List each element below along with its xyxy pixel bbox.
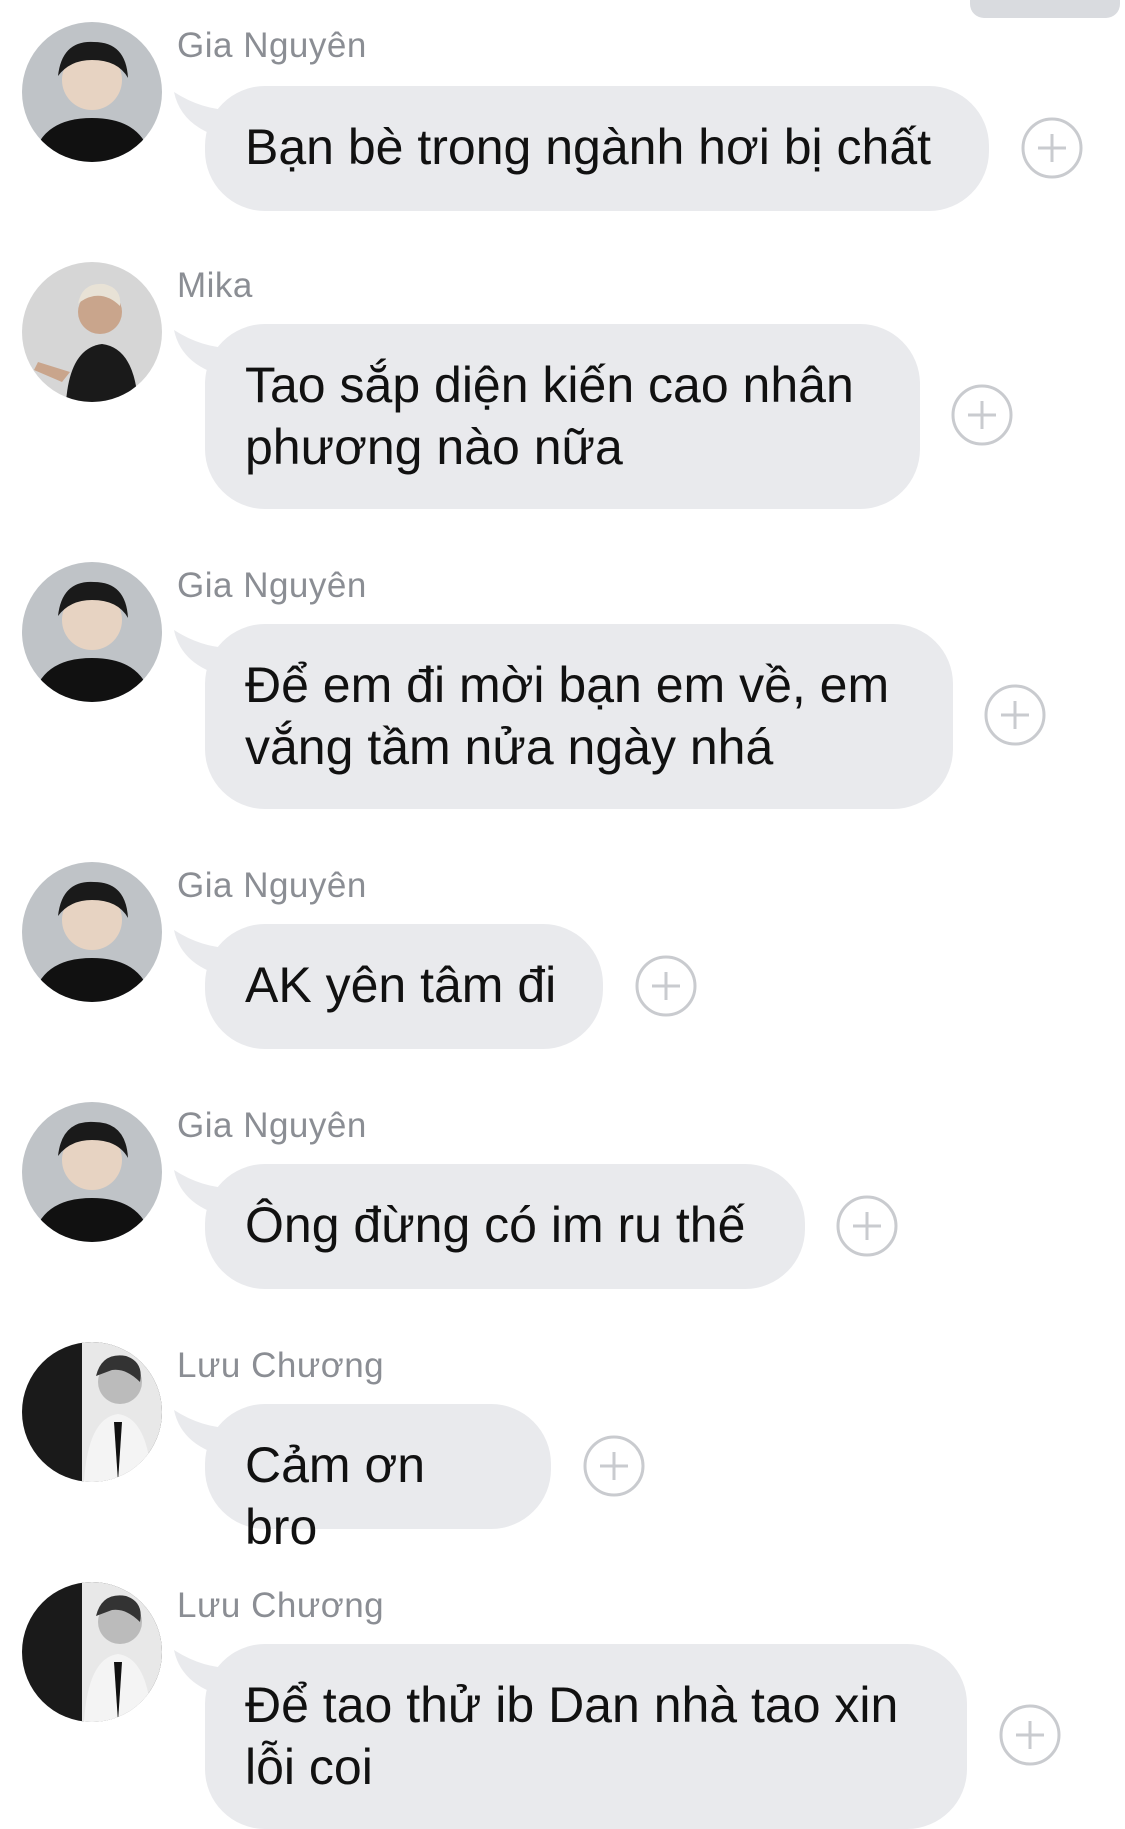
date-pill	[970, 0, 1120, 18]
sender-name: Gia Nguyên	[177, 866, 367, 905]
message-bubble[interactable]: AK yên tâm đi	[205, 924, 603, 1049]
sender-name: Lưu Chương	[177, 1586, 385, 1625]
avatar-luu-chuong[interactable]	[22, 1342, 162, 1482]
add-reaction-icon[interactable]	[998, 1703, 1062, 1767]
add-reaction-icon[interactable]	[634, 954, 698, 1018]
sender-name: Gia Nguyên	[177, 566, 367, 605]
avatar-gia-nguyen[interactable]	[22, 22, 162, 162]
sender-name: Gia Nguyên	[177, 1106, 367, 1145]
message-bubble[interactable]: Tao sắp diện kiến cao nhân phương nào nữ…	[205, 324, 920, 509]
sender-name: Gia Nguyên	[177, 26, 367, 65]
add-reaction-icon[interactable]	[1020, 116, 1084, 180]
add-reaction-icon[interactable]	[983, 683, 1047, 747]
message-bubble[interactable]: Để tao thử ib Dan nhà tao xin lỗi coi	[205, 1644, 967, 1829]
sender-name: Mika	[177, 266, 253, 305]
add-reaction-icon[interactable]	[582, 1434, 646, 1498]
avatar-mika[interactable]	[22, 262, 162, 402]
message-bubble[interactable]: Bạn bè trong ngành hơi bị chất	[205, 86, 989, 211]
add-reaction-icon[interactable]	[835, 1194, 899, 1258]
message-bubble[interactable]: Để em đi mời bạn em về, em vắng tầm nửa …	[205, 624, 953, 809]
avatar-luu-chuong[interactable]	[22, 1582, 162, 1722]
sender-name: Lưu Chương	[177, 1346, 385, 1385]
add-reaction-icon[interactable]	[950, 383, 1014, 447]
message-bubble[interactable]: Ông đừng có im ru thế	[205, 1164, 805, 1289]
message-bubble[interactable]: Cảm ơn bro	[205, 1404, 551, 1555]
avatar-gia-nguyen[interactable]	[22, 862, 162, 1002]
avatar-gia-nguyen[interactable]	[22, 562, 162, 702]
avatar-gia-nguyen[interactable]	[22, 1102, 162, 1242]
